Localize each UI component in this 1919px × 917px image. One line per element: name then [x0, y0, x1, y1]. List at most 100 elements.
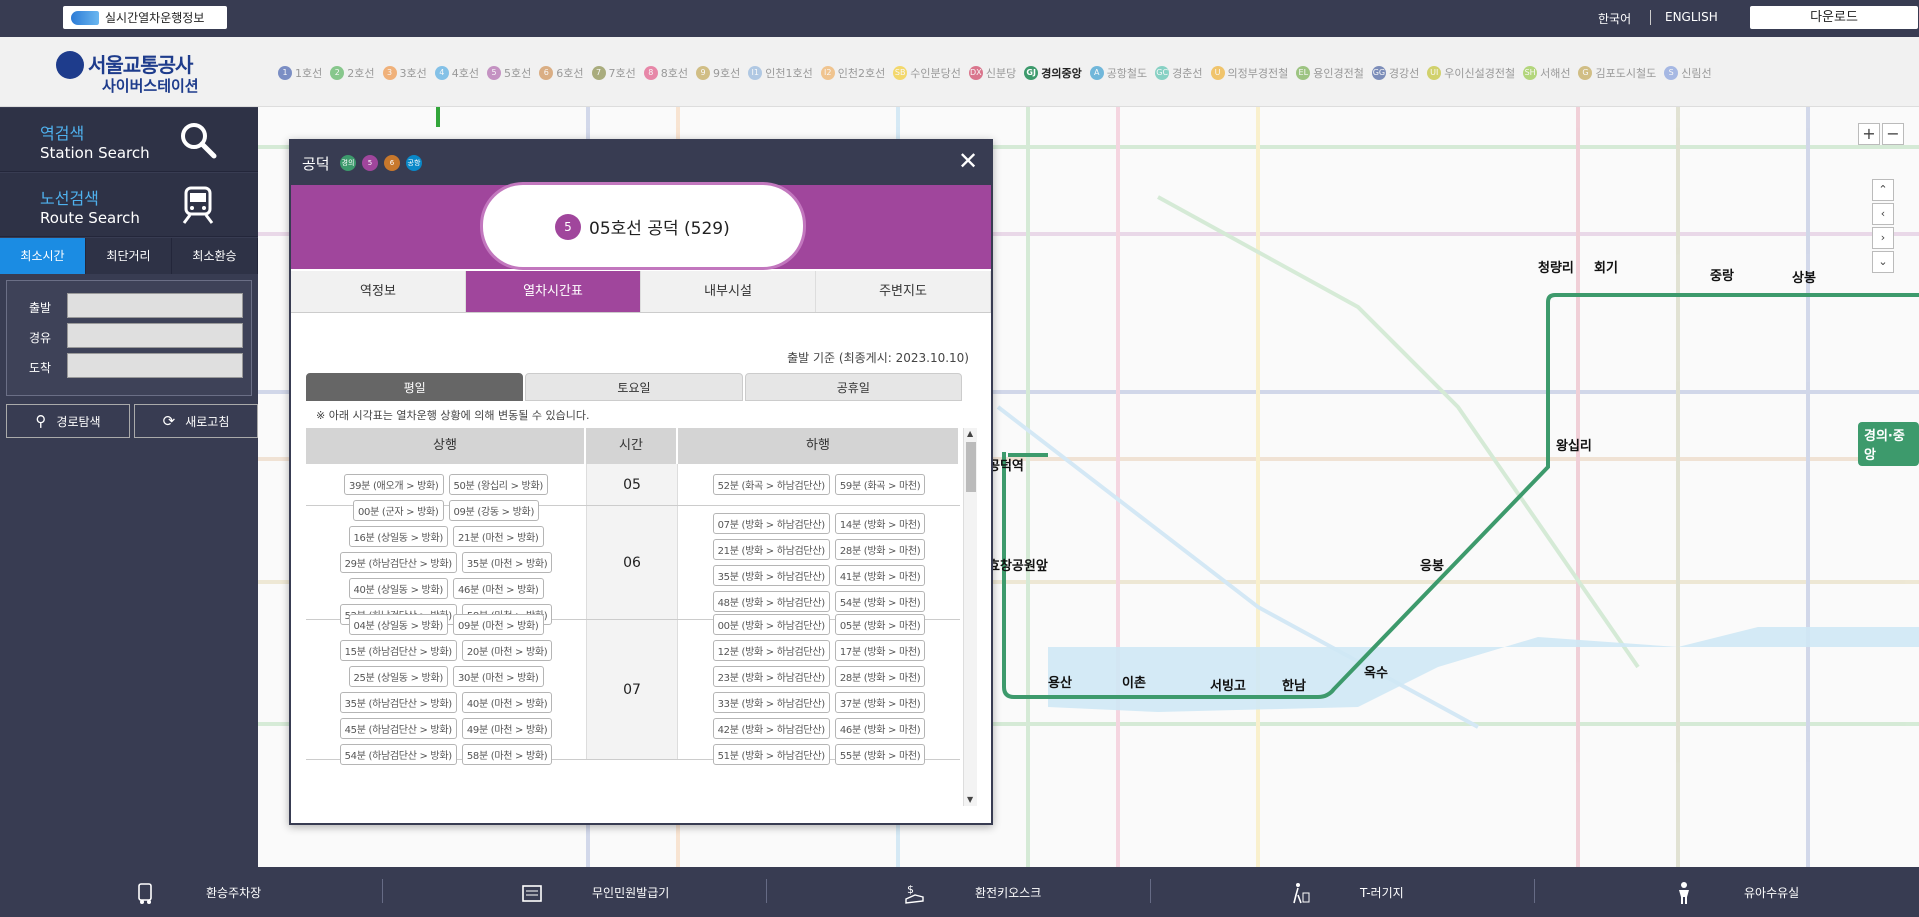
scroll-thumb[interactable]: [966, 442, 976, 492]
route-search-button[interactable]: 노선검색 Route Search: [0, 173, 258, 237]
line-item[interactable]: GC 경춘선: [1155, 65, 1203, 81]
zoom-out-button[interactable]: −: [1882, 123, 1904, 145]
station-label[interactable]: 이촌: [1122, 672, 1146, 691]
line-item[interactable]: U 의정부경전철: [1210, 65, 1288, 81]
tab-nearby-map[interactable]: 주변지도: [816, 271, 991, 312]
line-item[interactable]: I2 인천2호선: [820, 65, 885, 81]
station-label[interactable]: 옥수: [1364, 662, 1388, 681]
line-badge-6[interactable]: 6: [384, 155, 400, 171]
line-name-badge: 경의·중앙: [1858, 422, 1919, 466]
line-item[interactable]: 6 6호선: [539, 65, 584, 81]
exchange-icon: $: [905, 883, 924, 904]
line-item[interactable]: 7 7호선: [591, 65, 636, 81]
station-label[interactable]: 청량리: [1538, 257, 1574, 276]
tab-holiday[interactable]: 공휴일: [744, 373, 962, 401]
station-label[interactable]: 용산: [1048, 672, 1072, 691]
line-item[interactable]: I1 인천1호선: [748, 65, 813, 81]
pan-up-icon[interactable]: ⌃: [1872, 179, 1894, 201]
line-item[interactable]: A 공항철도: [1089, 65, 1147, 81]
tab-min-transfer[interactable]: 최소환승: [172, 238, 258, 274]
line-item[interactable]: 8 8호선: [643, 65, 688, 81]
zoom-in-button[interactable]: +: [1858, 123, 1880, 145]
departure-chip: 14분 (방화 > 마천): [834, 513, 926, 534]
line-item[interactable]: GG 경강선: [1371, 65, 1419, 81]
realtime-train-button[interactable]: 실시간열차운행정보: [63, 6, 227, 29]
pan-left-icon[interactable]: ‹: [1872, 203, 1894, 225]
line-dot-icon: S: [1664, 66, 1679, 80]
station-label[interactable]: 효창공원앞: [988, 555, 1048, 574]
download-button[interactable]: 다운로드: [1750, 6, 1918, 29]
line-item[interactable]: 1 1호선: [278, 65, 322, 81]
tab-station-info[interactable]: 역정보: [291, 271, 466, 312]
departure-chip: 29분 (하남검단산 > 방화): [339, 552, 457, 573]
close-icon[interactable]: ✕: [955, 149, 981, 175]
pan-right-icon[interactable]: ›: [1872, 227, 1894, 249]
line-item[interactable]: 9 9호선: [696, 65, 740, 81]
departure-chip: 04분 (상일동 > 방화): [348, 614, 448, 635]
line-item[interactable]: SB 수인분당선: [893, 65, 961, 81]
station-label[interactable]: 상봉: [1792, 267, 1816, 286]
refresh-button[interactable]: ⟳ 새로고침: [134, 404, 258, 438]
lang-english-link[interactable]: ENGLISH: [1665, 10, 1718, 24]
line-item[interactable]: DX 신분당: [968, 65, 1016, 81]
station-label[interactable]: 서빙고: [1210, 675, 1246, 694]
popup-station-name: 공덕: [302, 155, 330, 173]
timetable-scrollbar[interactable]: ▲ ▼: [963, 428, 977, 806]
line-item[interactable]: 3 3호선: [382, 65, 427, 81]
timetable[interactable]: 상행 시간 하행 39분 (애오개 > 방화) 50분 (왕십리 > 방화) 05 5…: [306, 428, 960, 806]
timetable-note: ※ 아래 시각표는 열차운행 상황에 의해 변동될 수 있습니다.: [316, 409, 590, 422]
line-item[interactable]: 5 5호선: [487, 65, 531, 81]
line-badge-gyeongui[interactable]: 경의: [340, 155, 356, 171]
line-dot-icon: GJ: [1024, 66, 1039, 80]
popup-title-pill: 5 05호선 공덕 (529): [483, 185, 803, 267]
popup-title-band: 5 05호선 공덕 (529): [291, 185, 991, 269]
line-item[interactable]: GJ 경의중앙: [1024, 65, 1082, 81]
logo[interactable]: 서울교통공사 사이버스테이션: [56, 49, 206, 95]
line-label: 1호선: [295, 67, 323, 80]
route-option-tabs: 최소시간 최단거리 최소환승: [0, 238, 258, 274]
line-item[interactable]: UI 우이신설경전철: [1427, 65, 1515, 81]
lang-korean-link[interactable]: 한국어: [1598, 10, 1631, 27]
tab-min-time[interactable]: 최소시간: [0, 238, 86, 274]
line-item[interactable]: S 신림선: [1664, 65, 1712, 81]
station-label[interactable]: 중랑: [1710, 265, 1734, 284]
line-item[interactable]: EL 용인경전철: [1296, 65, 1364, 81]
station-label[interactable]: 왕십리: [1556, 435, 1592, 454]
logo-subtitle: 사이버스테이션: [102, 77, 199, 95]
line-item[interactable]: 2 2호선: [330, 65, 375, 81]
line-item[interactable]: 4 4호선: [434, 65, 479, 81]
line-badge-5[interactable]: 5: [362, 155, 378, 171]
line-item[interactable]: SH 서해선: [1523, 65, 1570, 81]
line-dot-icon: EL: [1296, 66, 1311, 80]
timetable-header: 상행 시간 하행: [306, 428, 960, 464]
route-search-submit-button[interactable]: ⚲ 경로탐색: [6, 404, 130, 438]
divider: [382, 879, 383, 903]
seoul-metro-logo-icon: [56, 51, 84, 79]
up-departures: 39분 (애오개 > 방화) 50분 (왕십리 > 방화): [306, 464, 586, 505]
arrive-input[interactable]: [67, 353, 243, 378]
arrive-row: 도착: [7, 353, 253, 379]
tab-shortest-distance[interactable]: 최단거리: [86, 238, 172, 274]
station-label[interactable]: 회기: [1594, 257, 1618, 276]
depart-input[interactable]: [67, 293, 243, 318]
station-search-button[interactable]: 역검색 Station Search: [0, 108, 258, 172]
line-item[interactable]: G 김포도시철도: [1578, 65, 1656, 81]
scroll-down-icon[interactable]: ▼: [967, 795, 973, 804]
station-label[interactable]: 한남: [1282, 675, 1306, 694]
tab-timetable[interactable]: 열차시간표: [466, 271, 641, 312]
via-row: 경유: [7, 323, 253, 349]
down-departures: 07분 (방화 > 하남검단산) 14분 (방화 > 마천) 21분 (방화 > 하…: [678, 506, 960, 619]
hour-cell: 07: [586, 620, 678, 759]
station-label[interactable]: 공덕역: [988, 455, 1024, 474]
scroll-up-icon[interactable]: ▲: [967, 429, 973, 438]
tab-saturday[interactable]: 토요일: [525, 373, 743, 401]
tab-facilities[interactable]: 내부시설: [641, 271, 816, 312]
line-label: 4호선: [451, 67, 479, 80]
refresh-label: 새로고침: [185, 414, 230, 429]
station-label[interactable]: 응봉: [1420, 555, 1444, 574]
departure-chip: 00분 (군자 > 방화): [352, 500, 444, 521]
tab-weekday[interactable]: 평일: [306, 373, 524, 401]
line-badge-airport[interactable]: 공항: [406, 155, 422, 171]
via-input[interactable]: [67, 323, 243, 348]
pan-down-icon[interactable]: ⌄: [1872, 251, 1894, 273]
